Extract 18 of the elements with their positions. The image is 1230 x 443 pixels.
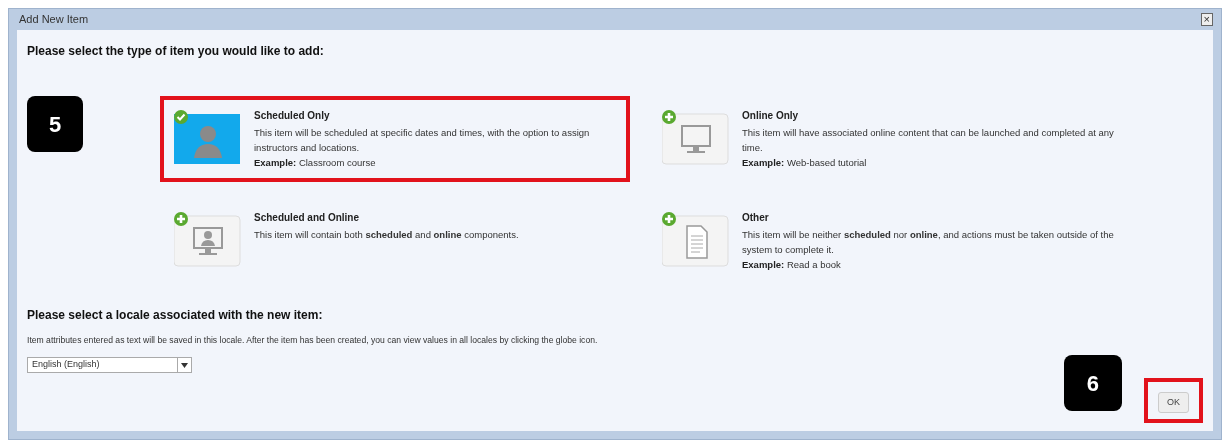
step-callout: 5 (27, 96, 83, 153)
person-icon (174, 110, 242, 167)
monitor-person-icon (174, 212, 242, 269)
item-type-option[interactable]: Online Only This item will have associated online content that can be launched and completed at any time. Example: Web-based tutorial (648, 96, 1128, 183)
item-type-option[interactable]: Scheduled and Online This item will contain both scheduled and online components. (160, 198, 630, 285)
ok-button[interactable]: OK (1158, 391, 1189, 413)
step-callout: 6 (1064, 355, 1122, 411)
caret-icon (181, 362, 188, 368)
section-heading: Please select a locale associated with the new item: (27, 307, 324, 325)
close-button[interactable]: × (1200, 13, 1213, 27)
document-icon (662, 212, 730, 269)
locale-dropdown[interactable]: English (English) (27, 357, 192, 373)
monitor-icon (662, 110, 730, 167)
item-type-option[interactable]: Other This item will be neither scheduled nor online, and actions must be taken outside of the system to complete it. Example: Read a book (648, 198, 1128, 285)
section-heading: Please select the type of item you would like to add: (27, 43, 325, 61)
locale-note: Item attributes entered as text will be saved in this locale. After the item has been created, you can view values in all locales by clicking the globe icon. (27, 334, 598, 347)
window-title: Add New Item (19, 12, 89, 28)
item-type-option[interactable]: Scheduled Only This item will be scheduled at specific dates and times, with the option to assign instructors and locations. Example: Classroom course (160, 96, 630, 183)
